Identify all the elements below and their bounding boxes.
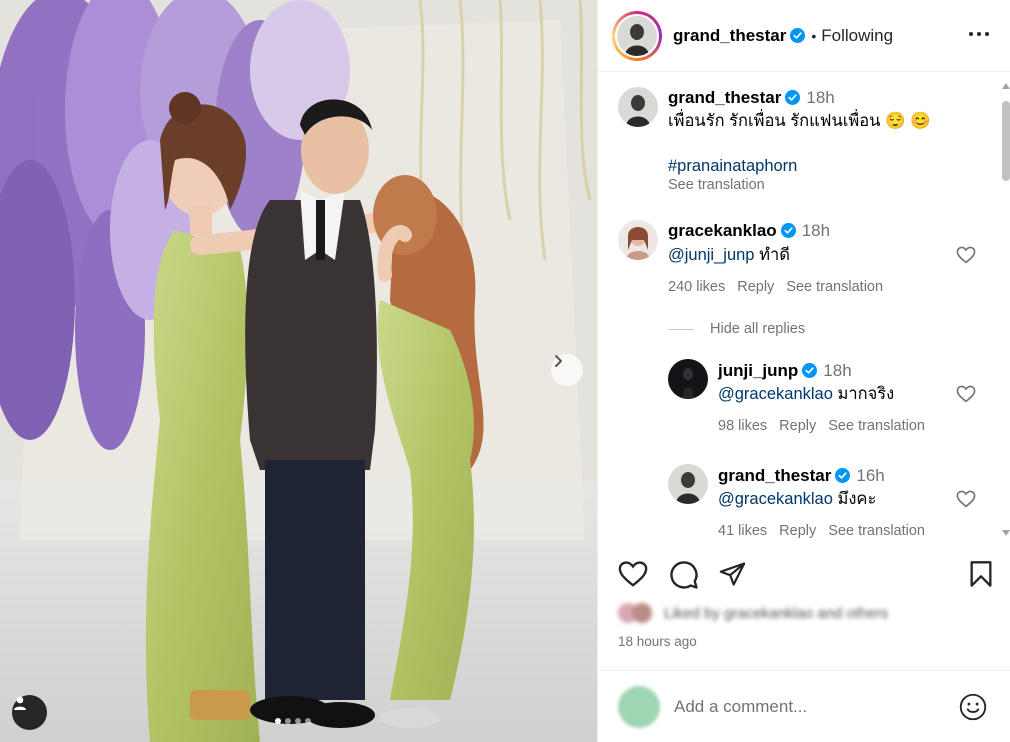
post-timestamp[interactable]: 18 hours ago [618, 634, 697, 649]
reply-username[interactable]: grand_thestar [718, 466, 831, 485]
reply-header: junji_junp 18h [718, 361, 852, 381]
reply-avatar[interactable] [668, 359, 708, 399]
comments-scrollbar[interactable] [999, 73, 1010, 546]
comment-header: gracekanklao 18h [668, 221, 830, 241]
comment-time[interactable]: 18h [802, 221, 830, 240]
comment-body: ทำดี [759, 246, 790, 264]
liked-by-text: Liked by gracekanklao and others [664, 604, 889, 622]
author-avatar[interactable] [612, 10, 662, 61]
reply-time[interactable]: 18h [823, 361, 851, 380]
tagged-users-button[interactable] [12, 695, 47, 730]
caption-text: เพื่อนรัก รักเพื่อน รักแฟนเพื่อน 😌 😊 [668, 112, 931, 130]
heart-icon[interactable] [956, 246, 976, 264]
reply-mention[interactable]: @gracekanklao [718, 490, 833, 508]
heart-icon[interactable] [956, 490, 976, 508]
heart-icon[interactable] [956, 385, 976, 403]
caption-avatar[interactable] [618, 87, 658, 127]
carousel-dot [285, 718, 291, 724]
reply-text: @gracekanklao มากจริง [718, 383, 894, 405]
comment-text: @junji_junp ทำดี [668, 244, 790, 266]
author-username[interactable]: grand_thestar [673, 26, 786, 46]
separator: • [811, 27, 817, 44]
post-image-illustration [0, 0, 597, 742]
current-user-avatar [618, 685, 660, 728]
emoji-icon[interactable] [959, 693, 987, 721]
hide-replies-label[interactable]: Hide all replies [710, 321, 805, 337]
divider-line [668, 328, 694, 330]
reply-likes[interactable]: 41 likes [718, 523, 767, 539]
avatar [617, 15, 657, 56]
reply-meta: 98 likes Reply See translation [718, 418, 925, 434]
reply-body: มึงคะ [837, 490, 877, 508]
scrollbar-thumb[interactable] [1002, 101, 1010, 181]
caption-hashtag[interactable]: #pranainataphorn [668, 155, 797, 177]
liked-by-avatars [618, 603, 656, 623]
comment-see-translation[interactable]: See translation [786, 279, 883, 295]
caption-header: grand_thestar 18h [668, 88, 835, 108]
bookmark-icon[interactable] [968, 560, 994, 588]
avatar [618, 220, 658, 260]
reply-see-translation[interactable]: See translation [828, 523, 925, 539]
comment-username[interactable]: gracekanklao [668, 221, 777, 240]
following-button[interactable]: Following [821, 26, 893, 46]
comment-mention[interactable]: @junji_junp [668, 246, 754, 264]
reply-reply-button[interactable]: Reply [779, 418, 816, 434]
comments-list[interactable]: grand_thestar 18h เพื่อนรัก รักเพื่อน รัก… [598, 73, 1010, 546]
reply-reply-button[interactable]: Reply [779, 523, 816, 539]
carousel-dot [305, 718, 311, 724]
scroll-down-arrow[interactable] [1002, 530, 1010, 536]
carousel-dot [275, 718, 281, 724]
verified-badge-icon [790, 28, 806, 43]
heart-icon[interactable] [618, 560, 648, 588]
caption-see-translation[interactable]: See translation [668, 177, 765, 193]
caption-username[interactable]: grand_thestar [668, 88, 781, 107]
share-icon[interactable] [718, 560, 747, 588]
reply-time[interactable]: 16h [856, 466, 884, 485]
comment-reply-button[interactable]: Reply [737, 279, 774, 295]
chevron-right-icon [555, 355, 562, 367]
reply-text: @gracekanklao มึงคะ [718, 488, 876, 510]
scroll-up-arrow[interactable] [1002, 83, 1010, 89]
carousel-dots [275, 718, 311, 724]
comment-meta: 240 likes Reply See translation [668, 279, 883, 295]
reply-avatar[interactable] [668, 464, 708, 504]
post-detail-panel: grand_thestar • Following grand_thestar 1… [597, 0, 1010, 742]
verified-badge-icon [780, 223, 796, 238]
reply-username[interactable]: junji_junp [718, 361, 798, 380]
post-header: grand_thestar • Following [598, 0, 1010, 72]
user-tag-icon [14, 696, 26, 710]
verified-badge-icon [785, 90, 801, 105]
reply-header: grand_thestar 16h [718, 466, 885, 486]
reply-body: มากจริง [837, 385, 895, 403]
reply-meta: 41 likes Reply See translation [718, 523, 925, 539]
reply-see-translation[interactable]: See translation [828, 418, 925, 434]
reply-mention[interactable]: @gracekanklao [718, 385, 833, 403]
carousel-dot [295, 718, 301, 724]
avatar [668, 359, 708, 399]
post-actions [618, 560, 994, 596]
post-photo[interactable] [0, 0, 597, 742]
verified-badge-icon [802, 363, 818, 378]
avatar [668, 464, 708, 504]
verified-badge-icon [835, 468, 851, 483]
caption-time[interactable]: 18h [806, 88, 834, 107]
avatar [618, 87, 658, 127]
more-options-icon[interactable] [968, 23, 990, 45]
comment-avatar[interactable] [618, 220, 658, 260]
reply-likes[interactable]: 98 likes [718, 418, 767, 434]
comment-input[interactable] [674, 696, 944, 717]
add-comment-bar [598, 670, 1010, 742]
avatar [632, 603, 652, 623]
comment-likes[interactable]: 240 likes [668, 279, 725, 295]
next-photo-button[interactable] [551, 354, 583, 386]
hide-replies-toggle[interactable]: Hide all replies [668, 321, 805, 337]
liked-by[interactable]: Liked by gracekanklao and others [618, 603, 888, 623]
comment-icon[interactable] [669, 560, 699, 590]
